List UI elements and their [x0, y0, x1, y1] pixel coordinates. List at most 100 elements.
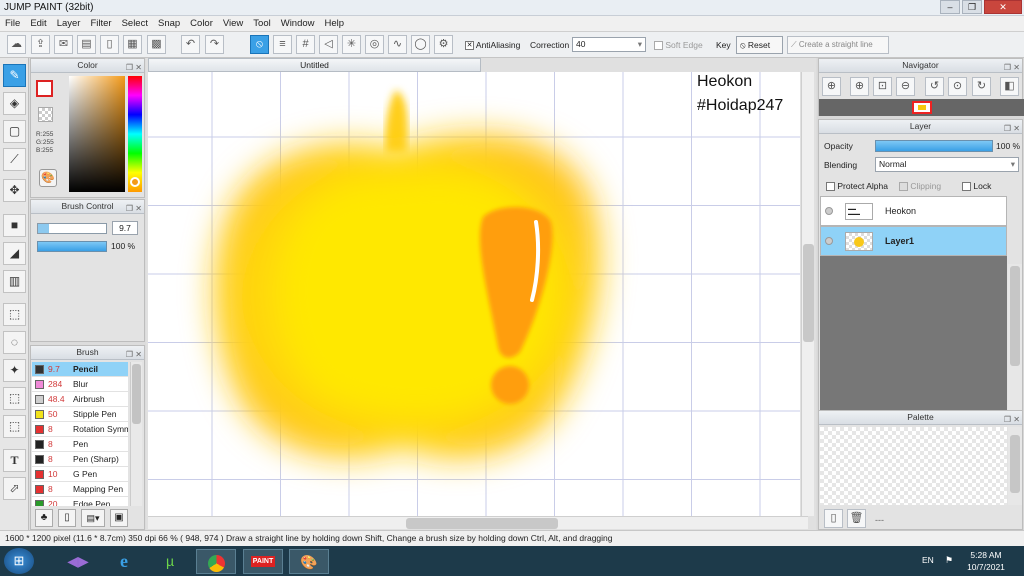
- vertical-scrollbar[interactable]: [801, 72, 814, 516]
- document-canvas[interactable]: Heokon #Hoidap247: [148, 72, 800, 516]
- close-button[interactable]: ✕: [984, 0, 1022, 14]
- shape-tool-icon[interactable]: ▢: [3, 120, 26, 143]
- internet-explorer-icon[interactable]: e: [104, 549, 144, 574]
- menu-tool[interactable]: Tool: [248, 16, 275, 29]
- bucket-tool-icon[interactable]: ◢: [3, 242, 26, 265]
- brush-item[interactable]: 8 Mapping Pen: [32, 482, 128, 497]
- brush-item[interactable]: 8 Rotation Symm: [32, 422, 128, 437]
- zoom-out-icon[interactable]: ⊖: [896, 77, 915, 96]
- windows-start-icon[interactable]: ⊞: [4, 548, 34, 574]
- transparent-color-swatch[interactable]: [38, 107, 53, 122]
- brush-item[interactable]: 284 Blur: [32, 377, 128, 392]
- page-manager-icon[interactable]: ▦: [123, 35, 142, 54]
- menu-file[interactable]: File: [0, 16, 25, 29]
- panel-close-icon[interactable]: ❐ ✕: [1004, 122, 1020, 135]
- operation-tool-icon[interactable]: ⬀: [3, 477, 26, 500]
- menu-help[interactable]: Help: [320, 16, 350, 29]
- select-pen-tool-icon[interactable]: ⬚: [3, 387, 26, 410]
- layer-opacity-slider[interactable]: [875, 140, 993, 152]
- eraser-tool-icon[interactable]: ◈: [3, 92, 26, 115]
- cloud-icon[interactable]: ☁: [7, 35, 26, 54]
- menu-filter[interactable]: Filter: [85, 16, 116, 29]
- menu-edit[interactable]: Edit: [25, 16, 51, 29]
- vanishing-snap-icon[interactable]: ◁: [319, 35, 338, 54]
- rotate-right-icon[interactable]: ↻: [972, 77, 991, 96]
- layer-row-heokon[interactable]: ▬▬ ▬▬▬ Heokon: [820, 196, 1007, 226]
- brush-opacity-slider[interactable]: [37, 241, 107, 252]
- utorrent-icon[interactable]: µ: [150, 549, 190, 574]
- delete-palette-icon[interactable]: 🗑: [847, 509, 866, 528]
- comment-icon[interactable]: ✉: [54, 35, 73, 54]
- lock-checkbox[interactable]: Lock: [962, 181, 991, 192]
- menu-select[interactable]: Select: [117, 16, 153, 29]
- visibility-icon[interactable]: [825, 237, 833, 245]
- new-brush-icon[interactable]: ▯: [58, 509, 76, 527]
- text-tool-icon[interactable]: T: [3, 449, 26, 472]
- navigator-view-rect[interactable]: [912, 101, 932, 114]
- brush-item[interactable]: 8 Pen (Sharp): [32, 452, 128, 467]
- brush-item[interactable]: 48.4 Airbrush: [32, 392, 128, 407]
- layer-scrollbar[interactable]: [1008, 264, 1022, 430]
- hue-handle[interactable]: [130, 177, 140, 187]
- panel-close-icon[interactable]: ❐ ✕: [126, 202, 142, 215]
- layer-row-layer1[interactable]: Layer1: [820, 226, 1007, 256]
- rotate-reset-icon[interactable]: ⊙: [948, 77, 967, 96]
- radial-snap-icon[interactable]: ✳: [342, 35, 361, 54]
- brush-item[interactable]: 50 Stipple Pen: [32, 407, 128, 422]
- foreground-color-swatch[interactable]: [36, 80, 53, 97]
- minimize-button[interactable]: –: [940, 0, 960, 14]
- zoom-fit-icon[interactable]: ⊕: [822, 77, 841, 96]
- soft-edge-checkbox[interactable]: Soft Edge: [654, 40, 703, 51]
- lasso-tool-icon[interactable]: ◌: [3, 331, 26, 354]
- panel-close-icon[interactable]: ❐ ✕: [1004, 61, 1020, 74]
- straight-line-button[interactable]: ⟋ Create a straight line: [787, 36, 889, 54]
- panel-close-icon[interactable]: ❐ ✕: [126, 348, 142, 361]
- visibility-icon[interactable]: [825, 207, 833, 215]
- brush-item[interactable]: 10 G Pen: [32, 467, 128, 482]
- palette-icon[interactable]: 🎨: [39, 169, 57, 187]
- clock[interactable]: 5:28 AM 10/7/2021: [958, 549, 1014, 573]
- brush-tool-icon[interactable]: ✎: [3, 64, 26, 87]
- undo-icon[interactable]: ↶: [181, 35, 200, 54]
- rotate-left-icon[interactable]: ↺: [925, 77, 944, 96]
- protect-alpha-checkbox[interactable]: Protect Alpha: [826, 181, 888, 192]
- panel-close-icon[interactable]: ❐ ✕: [1004, 413, 1020, 426]
- panel-close-icon[interactable]: ❐ ✕: [126, 61, 142, 74]
- share-icon[interactable]: ⇪: [31, 35, 50, 54]
- zoom-in-icon[interactable]: ⊕: [850, 77, 869, 96]
- fill-tool-icon[interactable]: ■: [3, 214, 26, 237]
- select-tool-icon[interactable]: ⬚: [3, 303, 26, 326]
- vertical-scroll-thumb[interactable]: [803, 244, 814, 342]
- palette-scroll-thumb[interactable]: [1010, 435, 1020, 493]
- paint-app-icon[interactable]: 🎨: [289, 549, 329, 574]
- brush-item[interactable]: 20 Edge Pen: [32, 497, 128, 506]
- brush-size-input[interactable]: 9.7: [112, 221, 138, 235]
- horizontal-scrollbar[interactable]: [148, 516, 808, 529]
- chrome-icon[interactable]: [196, 549, 236, 574]
- zoom-actual-icon[interactable]: ⊡: [873, 77, 892, 96]
- correction-select[interactable]: 40 ▾: [572, 37, 646, 52]
- crosshair-snap-icon[interactable]: #: [296, 35, 315, 54]
- document-tab[interactable]: Untitled: [148, 58, 481, 72]
- brush-size-slider[interactable]: [37, 223, 107, 234]
- restore-button[interactable]: ❐: [962, 0, 982, 14]
- circle-snap-icon[interactable]: ◎: [365, 35, 384, 54]
- visual-studio-icon[interactable]: ◀▶: [58, 549, 98, 574]
- menu-snap[interactable]: Snap: [153, 16, 185, 29]
- curve-snap-icon[interactable]: ∿: [388, 35, 407, 54]
- redo-icon[interactable]: ↷: [205, 35, 224, 54]
- brush-add-icon[interactable]: ♣: [35, 509, 53, 527]
- navigator-preview[interactable]: [819, 99, 1024, 116]
- reset-button[interactable]: ⦸ Reset: [736, 36, 783, 54]
- jump-paint-icon[interactable]: PAINT: [243, 549, 283, 574]
- gradient-tool-icon[interactable]: ▥: [3, 270, 26, 293]
- palette-grid[interactable]: [820, 427, 1007, 505]
- layer-scroll-thumb[interactable]: [1010, 266, 1020, 366]
- palette-scrollbar[interactable]: [1008, 427, 1022, 505]
- menu-view[interactable]: View: [218, 16, 248, 29]
- menu-layer[interactable]: Layer: [52, 16, 86, 29]
- comic-icon[interactable]: ▤: [77, 35, 96, 54]
- select-eraser-tool-icon[interactable]: ⬚: [3, 415, 26, 438]
- language-indicator[interactable]: EN: [922, 555, 934, 565]
- menu-window[interactable]: Window: [276, 16, 320, 29]
